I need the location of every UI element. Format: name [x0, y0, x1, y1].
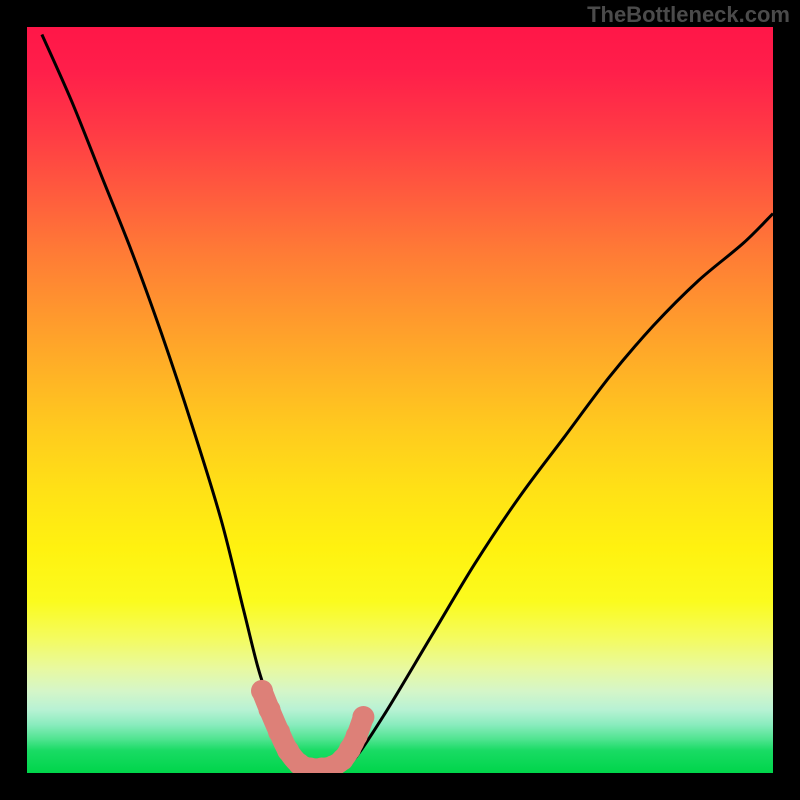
highlight-marker [259, 699, 281, 721]
bottleneck-curve [42, 35, 773, 770]
highlight-marker [346, 725, 368, 747]
watermark-text: TheBottleneck.com [587, 2, 790, 28]
chart-svg [27, 27, 773, 773]
highlight-marker [352, 706, 374, 728]
chart-frame: TheBottleneck.com [0, 0, 800, 800]
highlight-marker [251, 680, 273, 702]
plot-area [27, 27, 773, 773]
